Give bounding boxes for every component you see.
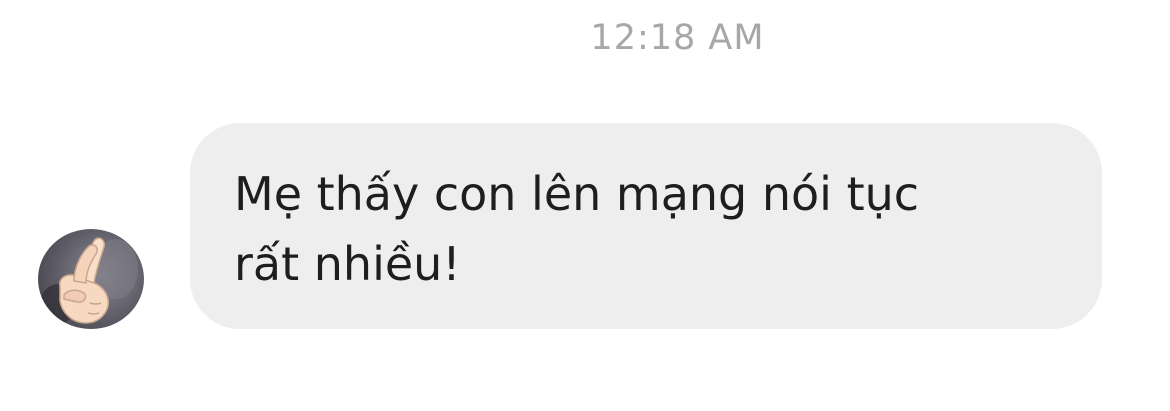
- incoming-message-bubble[interactable]: Mẹ thấy con lên mạng nói tục rất nhiều!: [190, 123, 1102, 329]
- sender-avatar[interactable]: [38, 229, 144, 329]
- message-timestamp: 12:18 AM: [590, 18, 765, 58]
- message-text: Mẹ thấy con lên mạng nói tục rất nhiều!: [234, 167, 920, 291]
- crossed-fingers-emoji-icon: [40, 237, 138, 324]
- message-thread: 12:18 AM Mẹ thấy con lên mạng nói tục rấ…: [0, 0, 1170, 411]
